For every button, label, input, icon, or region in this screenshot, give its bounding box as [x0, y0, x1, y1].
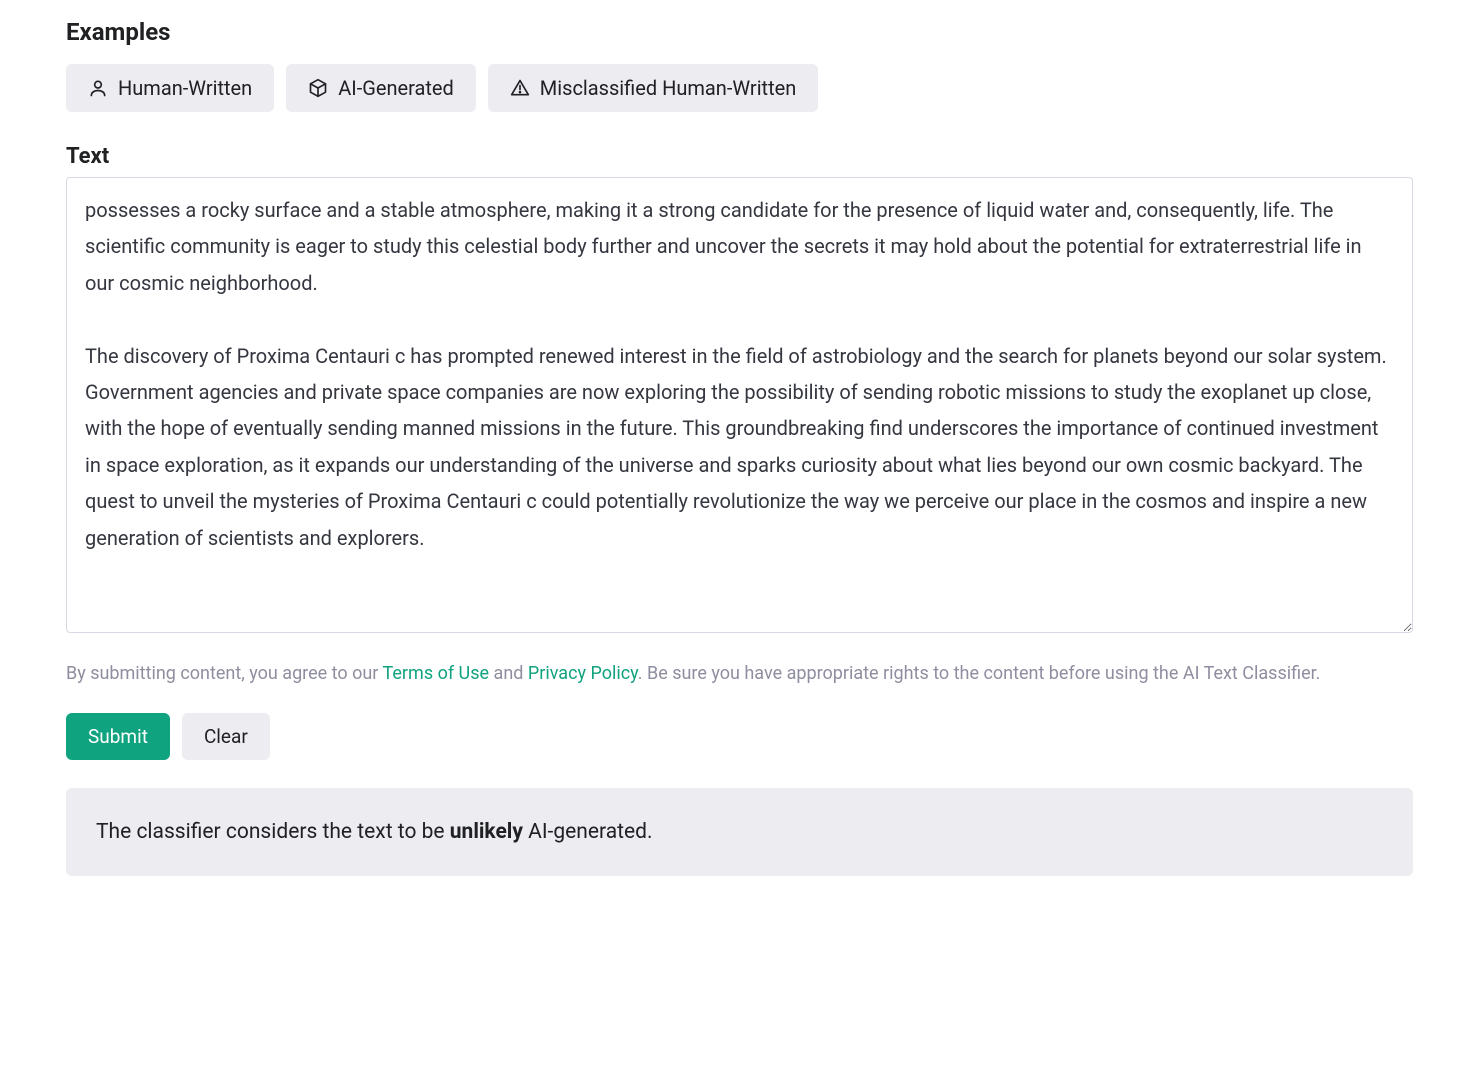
- submit-button[interactable]: Submit: [66, 713, 170, 760]
- terms-of-use-link[interactable]: Terms of Use: [383, 663, 490, 684]
- result-suffix: AI-generated.: [523, 820, 653, 844]
- text-input[interactable]: [66, 177, 1413, 633]
- person-icon: [88, 78, 108, 98]
- example-human-label: Human-Written: [118, 76, 252, 100]
- result-box: The classifier considers the text to be …: [66, 788, 1413, 876]
- examples-heading: Examples: [66, 18, 1413, 46]
- legal-and: and: [489, 663, 528, 684]
- text-field-label: Text: [66, 144, 1413, 169]
- page-root: Examples Human-Written AI-Generated: [0, 0, 1479, 916]
- examples-row: Human-Written AI-Generated Misclassi: [66, 64, 1413, 112]
- privacy-policy-link[interactable]: Privacy Policy: [528, 663, 638, 684]
- example-misclassified-button[interactable]: Misclassified Human-Written: [488, 64, 819, 112]
- legal-suffix: . Be sure you have appropriate rights to…: [638, 663, 1321, 684]
- result-prefix: The classifier considers the text to be: [96, 820, 450, 844]
- example-ai-label: AI-Generated: [338, 76, 454, 100]
- legal-prefix: By submitting content, you agree to our: [66, 663, 383, 684]
- result-verdict: unlikely: [450, 820, 523, 844]
- example-misclassified-label: Misclassified Human-Written: [540, 76, 797, 100]
- clear-button[interactable]: Clear: [182, 713, 270, 760]
- action-row: Submit Clear: [66, 713, 1413, 760]
- legal-notice: By submitting content, you agree to our …: [66, 657, 1413, 691]
- example-ai-generated-button[interactable]: AI-Generated: [286, 64, 476, 112]
- cube-icon: [308, 78, 328, 98]
- warning-triangle-icon: [510, 78, 530, 98]
- textarea-wrap: [66, 177, 1413, 637]
- example-human-written-button[interactable]: Human-Written: [66, 64, 274, 112]
